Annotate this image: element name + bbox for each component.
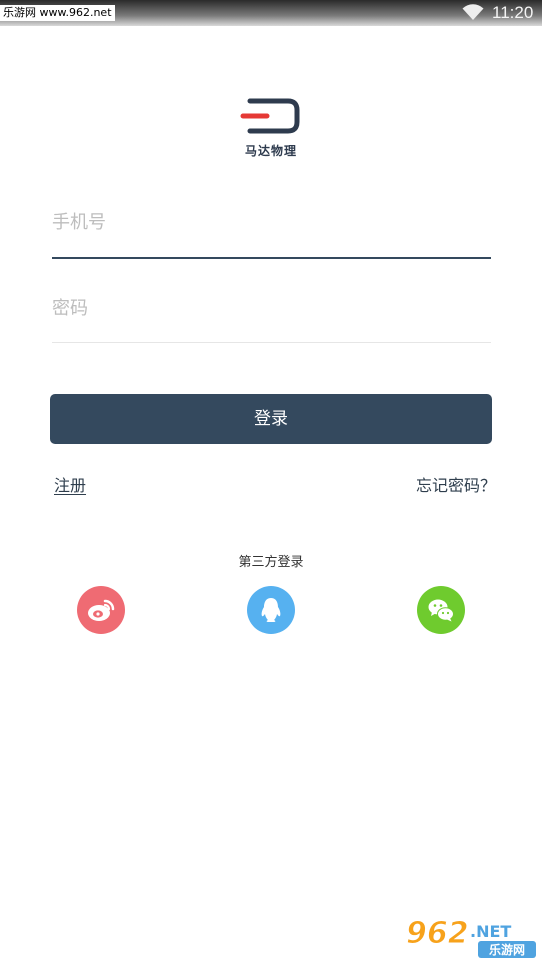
login-button[interactable]: 登录 [50,394,492,444]
wifi-icon [462,4,484,20]
watermark-suffix: .NET [470,922,511,941]
status-bar: 乐游网 www.962.net 11:20 [0,0,542,26]
phone-input[interactable] [52,202,491,242]
third-party-login-label: 第三方登录 [238,555,304,570]
watermark-name: 乐游网 [489,942,525,957]
qq-login-button[interactable] [247,586,295,634]
register-link[interactable]: 注册 [54,472,86,496]
qq-icon [261,598,281,622]
watermark-number: 962 [406,916,469,951]
weibo-login-button[interactable] [77,586,125,634]
app-name: 马达物理 [244,144,297,158]
phone-input-underline [52,257,491,259]
watermark-logo: 962 .NET 乐游网 [406,916,536,958]
password-input[interactable] [52,288,491,328]
app-logo-icon [240,98,300,134]
forgot-password-link[interactable]: 忘记密码？ [416,472,496,496]
wechat-login-button[interactable] [417,586,465,634]
weibo-icon [88,599,115,621]
watermark-text: 乐游网 www.962.net [0,5,115,21]
wechat-icon [428,599,454,622]
password-input-underline [52,342,491,343]
status-time: 11:20 [492,3,534,22]
